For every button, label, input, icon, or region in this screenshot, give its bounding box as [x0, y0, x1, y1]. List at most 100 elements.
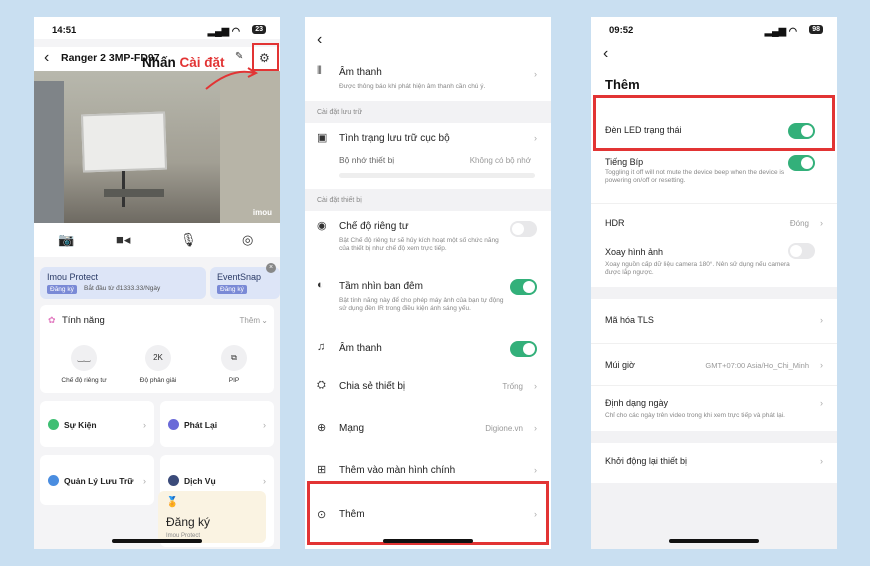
tile-playback[interactable]: Phát Lại › — [160, 401, 274, 447]
subscription-card-imou-protect[interactable]: Imou Protect Đăng ký Bắt đầu từ đ1333.33… — [40, 267, 206, 299]
night-vision-toggle[interactable] — [510, 279, 537, 295]
home-indicator — [383, 539, 473, 543]
feature-pip[interactable]: ⧉ PIP — [204, 345, 264, 384]
close-icon[interactable]: × — [266, 263, 276, 273]
row-label: Mã hóa TLS — [605, 315, 654, 325]
back-arrow-icon[interactable]: ‹ — [44, 49, 49, 67]
audio-toggle[interactable] — [510, 341, 537, 357]
row-value: Trống — [502, 382, 523, 391]
signal-wifi-icon: ▂▄▆ ◠ — [207, 26, 240, 37]
night-bulb-icon: ◐ — [317, 279, 324, 291]
row-label: Âm thanh — [339, 67, 382, 78]
row-reboot[interactable]: Khởi động lại thiết bị › — [591, 443, 837, 483]
medal-icon: 🏅 — [166, 497, 179, 508]
row-timezone[interactable]: Múi giờ GMT+07:00 Asia/Ho_Chi_Minh › — [591, 343, 837, 385]
section-title: Cài đặt lưu trữ — [317, 109, 363, 116]
row-label: Xoay hình ảnh — [605, 247, 664, 257]
feature-resolution[interactable]: 2K Độ phân giải — [128, 345, 188, 384]
row-label: Khởi động lại thiết bị — [605, 456, 687, 466]
beep-toggle[interactable] — [788, 155, 815, 171]
phone-camera-live-view: 14:51 ▂▄▆ ◠ 23 ‹ Ranger 2 3MP-FD97 ✎ ⚙ i… — [34, 17, 280, 549]
chevron-right-icon: › — [534, 465, 537, 475]
pip-icon: ⧉ — [221, 345, 247, 371]
row-label: Âm thanh — [339, 343, 382, 354]
features-icon: ✿ — [48, 315, 56, 325]
subscription-tag: Đăng ký — [47, 285, 77, 294]
device-storage-value: Không có bộ nhớ — [469, 156, 531, 165]
phone-more-settings: 09:52 ▂▄▆ ◠ 98 ‹ Thêm Đèn LED trạng thái… — [591, 17, 837, 549]
row-beep[interactable]: Tiếng Bíp Toggling it off will not mute … — [591, 151, 837, 203]
row-night-vision[interactable]: ◐ Tầm nhìn ban đêm Bật tính năng này để … — [305, 271, 551, 323]
tile-events[interactable]: Sự Kiện › — [40, 401, 154, 447]
subscription-name-2: EventSnap — [217, 272, 262, 282]
row-date-format[interactable]: Định dạng ngày Chỉ cho các ngày trên vid… — [591, 385, 837, 431]
back-arrow-icon[interactable]: ‹ — [317, 31, 322, 49]
storage-progress-bar — [339, 173, 535, 178]
tile-storage[interactable]: Quản Lý Lưu Trữ › — [40, 455, 154, 505]
row-network[interactable]: ⊕ Mạng Digione.vn › — [305, 409, 551, 449]
ptz-control-icon[interactable]: ◎ — [242, 232, 253, 248]
chevron-right-icon: › — [143, 420, 146, 430]
chevron-right-icon: › — [820, 218, 823, 228]
row-label: Chia sẻ thiết bị — [339, 381, 406, 392]
row-description: Xoay nguồn cấp dữ liệu camera 180°. Nên … — [605, 261, 790, 276]
row-tls[interactable]: Mã hóa TLS › — [591, 299, 837, 343]
row-label: Múi giờ — [605, 360, 635, 370]
row-label: Tầm nhìn ban đêm — [339, 281, 423, 292]
led-highlight-box — [593, 95, 835, 151]
row-audio-alert[interactable]: ⦀ Âm thanh Được thông báo khi phát hiện … — [305, 55, 551, 101]
shield-icon — [168, 475, 179, 486]
status-bar: 14:51 ▂▄▆ ◠ 23 — [34, 17, 280, 39]
row-label: HDR — [605, 218, 625, 228]
snapshot-camera-icon[interactable]: 📷 — [58, 232, 74, 248]
privacy-toggle[interactable] — [510, 221, 537, 237]
status-bar: 09:52 ▂▄▆ ◠ 98 — [591, 17, 837, 39]
row-rotate-image[interactable]: Xoay hình ảnh Xoay nguồn cấp dữ liệu cam… — [591, 241, 837, 287]
microphone-icon[interactable]: 🎙 — [180, 232, 197, 248]
subscription-tag-2: Đăng ký — [217, 285, 247, 294]
row-hdr[interactable]: HDR Đóng › — [591, 203, 837, 241]
back-arrow-icon[interactable]: ‹ — [603, 45, 608, 63]
chevron-down-icon[interactable]: ⌄ — [261, 316, 268, 325]
battery-indicator: 23 — [252, 25, 266, 34]
record-video-icon[interactable]: ■◂ — [116, 232, 130, 248]
section-divider — [591, 287, 837, 299]
row-privacy[interactable]: ◉ Chế độ riêng tư Bật Chế độ riêng tư sẽ… — [305, 211, 551, 259]
feature-privacy[interactable]: ‿‿ Chế độ riêng tư — [54, 345, 114, 384]
camera-toolbar: 📷 ■◂ 🎙 ◎ — [34, 223, 280, 257]
edit-icon[interactable]: ✎ — [235, 51, 243, 62]
row-share-device[interactable]: ⛭ Chia sẻ thiết bị Trống › — [305, 367, 551, 407]
signal-wifi-icon: ▂▄▆ ◠ — [764, 26, 797, 37]
chevron-right-icon: › — [820, 398, 823, 408]
share-icon: ⛭ — [317, 379, 326, 391]
playback-icon — [168, 419, 179, 430]
row-audio[interactable]: ♫ Âm thanh — [305, 333, 551, 363]
feature-label: Chế độ riêng tư — [61, 377, 107, 384]
battery-indicator: 98 — [809, 25, 823, 34]
status-time: 14:51 — [52, 25, 77, 36]
row-description: Chỉ cho các ngày trên video trong khi xe… — [605, 412, 785, 419]
feed-whiteboard — [81, 111, 167, 173]
section-title: Cài đặt thiết bị — [317, 197, 362, 204]
features-more-link[interactable]: Thêm — [240, 316, 260, 325]
rotate-image-toggle[interactable] — [788, 243, 815, 259]
row-description: Bật tính năng này để cho phép máy ảnh củ… — [339, 297, 504, 312]
resolution-icon: 2K — [145, 345, 171, 371]
chevron-right-icon: › — [820, 315, 823, 325]
eye-icon: ◉ — [317, 220, 327, 232]
sd-card-icon: ▣ — [317, 132, 328, 144]
camera-live-feed[interactable]: imou — [34, 71, 280, 223]
features-title: Tính năng — [62, 315, 105, 326]
annotation-prefix: Nhấn — [142, 55, 176, 70]
promo-card[interactable]: 🏅 Đăng ký Imou Protect — [158, 491, 266, 543]
chevron-right-icon: › — [534, 69, 537, 79]
row-label: Tiếng Bíp — [605, 157, 644, 167]
chevron-right-icon: › — [820, 456, 823, 466]
row-description: Bật Chế độ riêng tư sẽ hủy kích hoạt một… — [339, 237, 499, 252]
home-indicator — [112, 539, 202, 543]
row-label: Thêm vào màn hình chính — [339, 465, 456, 476]
section-device: Cài đặt thiết bị — [305, 189, 551, 211]
row-description: Toggling it off will not mute the device… — [605, 169, 785, 184]
row-storage[interactable]: ▣ Tình trạng lưu trữ cục bộ › Bộ nhớ thi… — [305, 123, 551, 189]
feature-label: PIP — [228, 377, 240, 384]
